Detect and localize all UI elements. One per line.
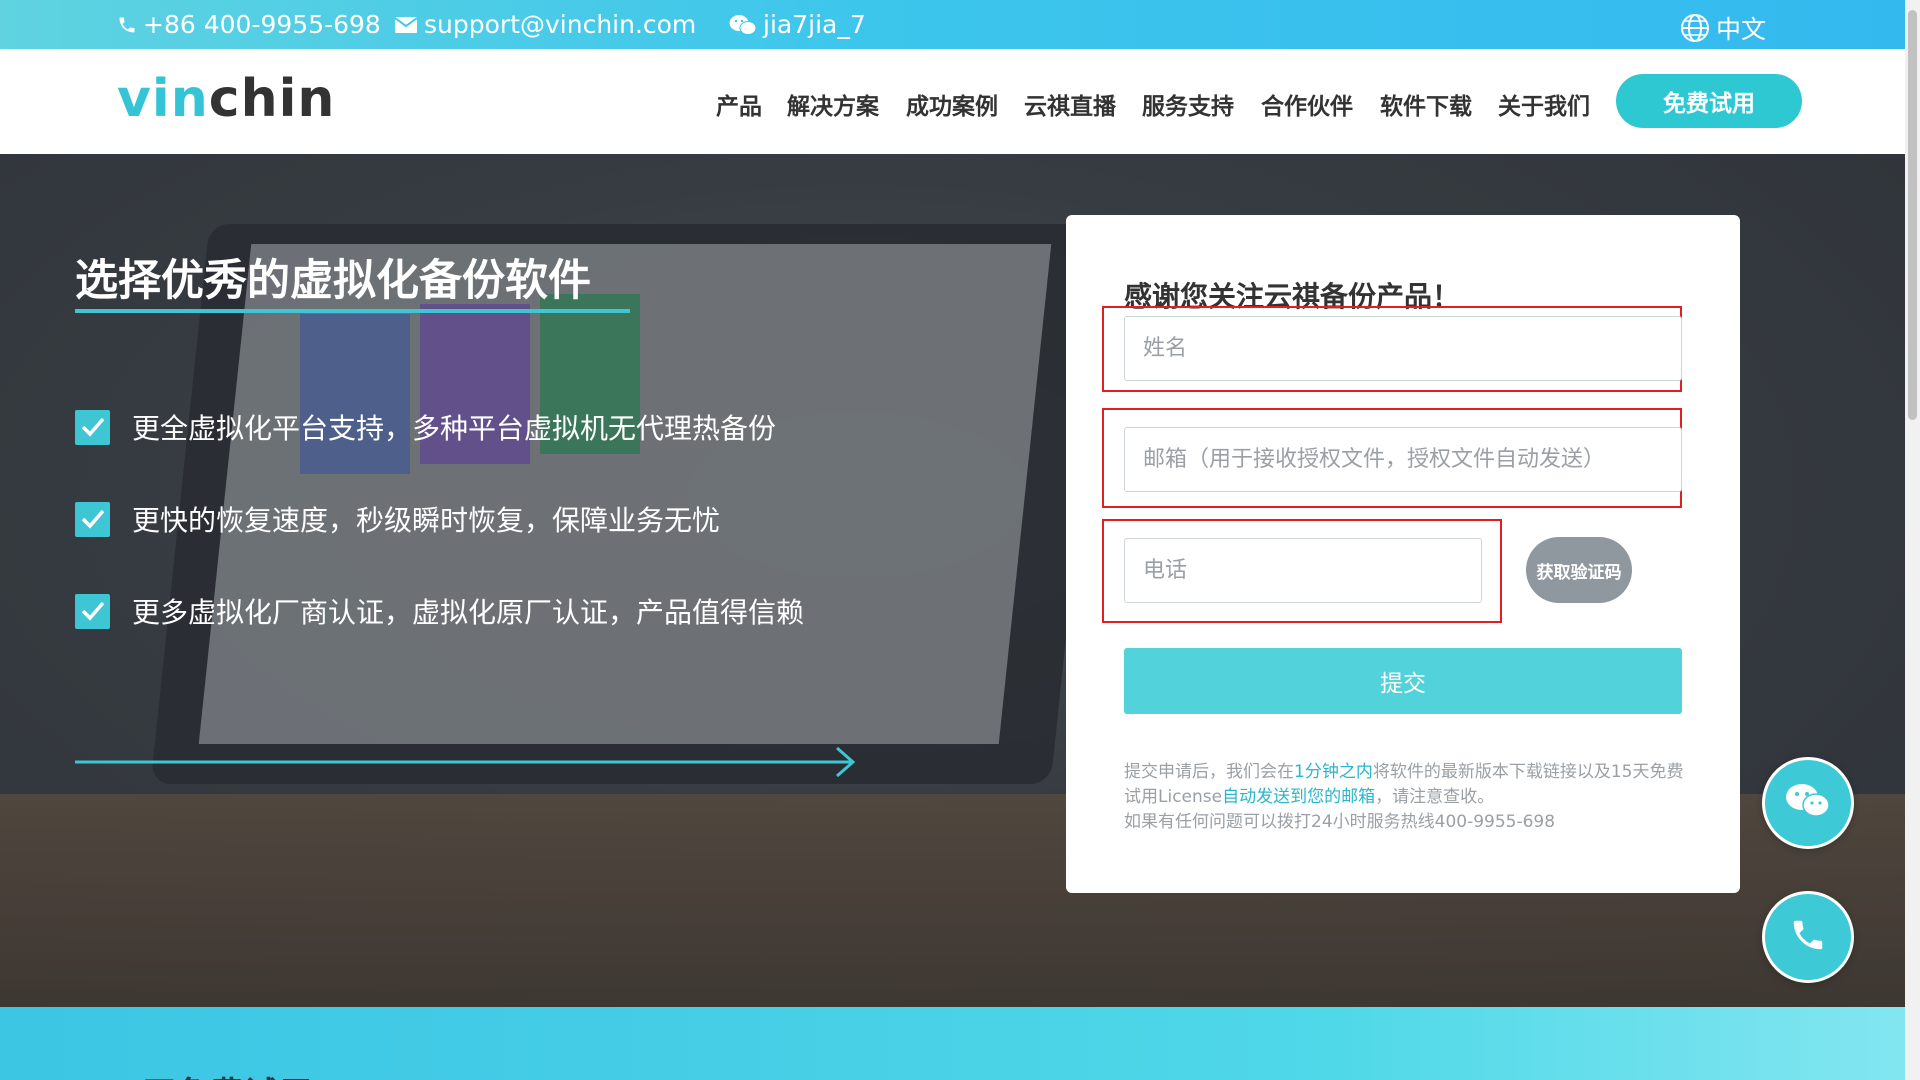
section-heading: 15天免费试用 [95,1067,312,1080]
email-input[interactable] [1143,428,1681,491]
nav-item-products[interactable]: 产品 [716,87,762,121]
arrow-right-icon [75,744,857,784]
form-note: 提交申请后，我们会在1分钟之内将软件的最新版本下载链接以及15天免费试用Lice… [1124,760,1694,835]
feature-item: 更快的恢复速度，秒级瞬时恢复，保障业务无忧 [75,499,720,539]
wechat-icon [729,14,757,36]
nav-item-solutions[interactable]: 解决方案 [787,87,879,121]
nav-item-partners[interactable]: 合作伙伴 [1261,87,1353,121]
main-header: vinchin 产品 解决方案 成功案例 云祺直播 服务支持 合作伙伴 软件下载… [0,49,1905,154]
free-trial-button[interactable]: 免费试用 [1616,74,1802,128]
page-scrollbar[interactable] [1905,0,1920,1080]
nav-item-cases[interactable]: 成功案例 [906,87,998,121]
contact-email-text: support@vinchin.com [424,10,697,39]
contact-wechat-text: jia7jia_7 [763,10,866,39]
note-highlight: 自动发送到您的邮箱 [1222,787,1376,807]
nav-item-support[interactable]: 服务支持 [1142,87,1234,121]
note-text: ，请注意查收。 [1375,787,1495,807]
nav-item-about[interactable]: 关于我们 [1498,87,1590,121]
feature-text: 更全虚拟化平台支持，多种平台虚拟机无代理热备份 [132,412,777,445]
checkmark-icon [75,409,110,445]
feature-item: 更全虚拟化平台支持，多种平台虚拟机无代理热备份 [75,407,776,447]
wechat-chat-icon [1785,782,1831,824]
trial-form-card: 感谢您关注云祺备份产品！ 获取验证码 提交 提交申请后，我们会在1分钟之内将软件… [1066,215,1740,893]
email-field[interactable] [1124,427,1682,492]
trial-section-band: 15天免费试用 [0,1007,1905,1080]
note-text: 提交申请后，我们会在 [1124,762,1294,782]
feature-item: 更多虚拟化厂商认证，虚拟化原厂认证，产品值得信赖 [75,591,804,631]
logo-part-vin: vin [117,69,209,129]
hero-title: 选择优秀的虚拟化备份软件 [75,256,591,306]
top-contact-bar: +86 400-9955-698 support@vinchin.com jia… [0,0,1905,49]
name-input[interactable] [1143,317,1681,380]
contact-phone-text: +86 400-9955-698 [143,10,381,39]
get-verification-code-button[interactable]: 获取验证码 [1526,537,1632,603]
submit-button[interactable]: 提交 [1124,648,1682,714]
hero-title-underline [75,309,630,313]
feature-text: 更多虚拟化厂商认证，虚拟化原厂认证，产品值得信赖 [132,596,805,629]
checkmark-icon [75,501,110,537]
contact-email[interactable]: support@vinchin.com [394,10,696,39]
note-hotline: 如果有任何问题可以拨打24小时服务热线400-9955-698 [1124,812,1556,832]
checkmark-icon [75,593,110,629]
mail-icon [394,16,418,34]
scrollbar-thumb[interactable] [1908,10,1917,420]
note-highlight: 1分钟之内 [1294,762,1373,782]
language-switcher[interactable]: 中文 [1680,10,1766,46]
name-field[interactable] [1124,316,1682,381]
phone-icon [117,14,137,36]
contact-phone[interactable]: +86 400-9955-698 [117,10,381,39]
logo-part-chin: chin [208,69,336,129]
phone-field[interactable] [1124,538,1482,603]
feature-text: 更快的恢复速度，秒级瞬时恢复，保障业务无忧 [132,504,721,537]
phone-input[interactable] [1143,539,1481,602]
floating-wechat-button[interactable] [1762,757,1854,849]
globe-icon [1680,13,1710,43]
hero-section: 选择优秀的虚拟化备份软件 更全虚拟化平台支持，多种平台虚拟机无代理热备份 更快的… [0,154,1905,1007]
floating-phone-button[interactable] [1762,891,1854,983]
nav-item-live[interactable]: 云祺直播 [1024,87,1116,121]
nav-item-download[interactable]: 软件下载 [1380,87,1472,121]
phone-call-icon [1789,916,1827,958]
contact-wechat[interactable]: jia7jia_7 [729,10,866,39]
vinchin-logo[interactable]: vinchin [117,69,335,129]
language-label: 中文 [1716,15,1767,44]
